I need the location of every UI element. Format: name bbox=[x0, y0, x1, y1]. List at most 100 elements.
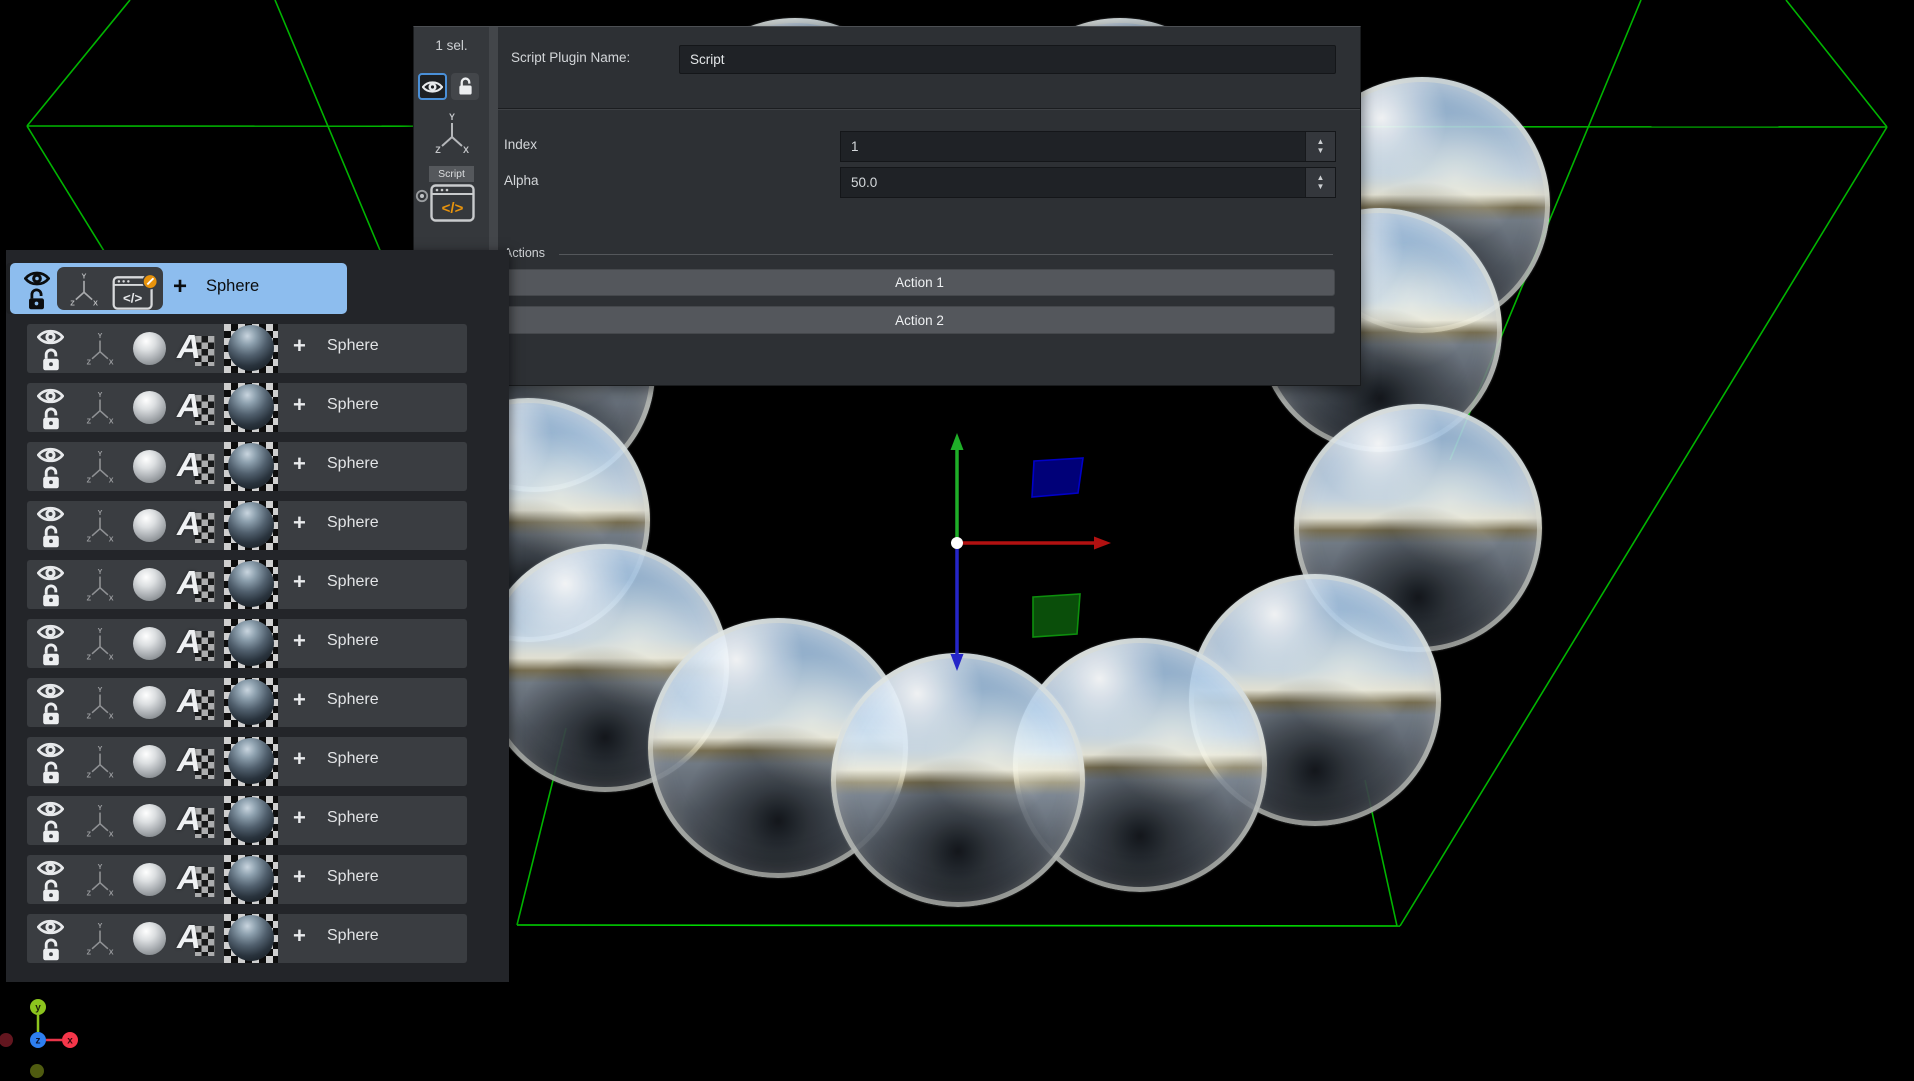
eye-icon[interactable] bbox=[37, 917, 64, 937]
down-arrow-icon[interactable]: ▼ bbox=[1317, 183, 1325, 191]
svg-text:Y: Y bbox=[98, 804, 103, 812]
svg-text:X: X bbox=[109, 889, 114, 897]
font-material-icon: A bbox=[177, 564, 217, 606]
down-arrow-icon[interactable]: ▼ bbox=[1317, 147, 1325, 155]
object-row[interactable]: Y Z X A + Sphere bbox=[27, 796, 467, 845]
object-row[interactable]: Y Z X A + Sphere bbox=[27, 855, 467, 904]
index-stepper[interactable]: ▲▼ bbox=[1305, 132, 1335, 161]
object-label: Sphere bbox=[327, 868, 379, 886]
z-axis-arrowhead[interactable] bbox=[951, 654, 964, 671]
visibility-toggle-button[interactable] bbox=[418, 73, 447, 100]
sphere-preview-icon bbox=[228, 384, 274, 430]
sphere-preview-icon bbox=[228, 620, 274, 666]
svg-text:Z: Z bbox=[87, 830, 92, 838]
xz-plane-handle[interactable] bbox=[1033, 594, 1080, 637]
unlock-icon[interactable] bbox=[26, 288, 47, 311]
eye-icon[interactable] bbox=[37, 386, 64, 406]
eye-icon[interactable] bbox=[37, 563, 64, 583]
plus-icon: + bbox=[293, 746, 306, 772]
texture-preview-thumb bbox=[224, 855, 278, 904]
svg-text:Z: Z bbox=[87, 889, 92, 897]
unlock-icon[interactable] bbox=[40, 879, 62, 903]
unlock-icon[interactable] bbox=[40, 702, 62, 726]
eye-icon[interactable] bbox=[37, 681, 64, 701]
eye-icon[interactable] bbox=[37, 327, 64, 347]
font-material-icon: A bbox=[177, 505, 217, 547]
enabled-radio-icon[interactable] bbox=[415, 189, 429, 203]
unlock-icon[interactable] bbox=[40, 643, 62, 667]
eye-icon[interactable] bbox=[37, 445, 64, 465]
object-row[interactable]: Y Z X A + Sphere bbox=[27, 501, 467, 550]
plugin-name-input[interactable]: Script bbox=[679, 45, 1336, 74]
svg-text:Z: Z bbox=[87, 594, 92, 602]
unlock-icon[interactable] bbox=[40, 820, 62, 844]
unlock-icon[interactable] bbox=[40, 466, 62, 490]
plus-icon: + bbox=[293, 392, 306, 418]
object-row[interactable]: Y Z X A + Sphere bbox=[27, 324, 467, 373]
lock-toggle-button[interactable] bbox=[451, 73, 479, 100]
alpha-stepper[interactable]: ▲▼ bbox=[1305, 168, 1335, 197]
plus-icon: + bbox=[293, 687, 306, 713]
svg-text:X: X bbox=[109, 358, 114, 366]
object-row-selected[interactable]: Y Z X </> + Sphere bbox=[10, 263, 347, 314]
object-row[interactable]: Y Z X A + Sphere bbox=[27, 383, 467, 432]
material-ball-icon bbox=[133, 863, 166, 896]
eye-icon[interactable] bbox=[37, 504, 64, 524]
action-2-button[interactable]: Action 2 bbox=[504, 306, 1335, 334]
unlock-icon[interactable] bbox=[40, 348, 62, 372]
svg-text:Y: Y bbox=[98, 863, 103, 871]
object-row[interactable]: Y Z X A + Sphere bbox=[27, 678, 467, 727]
material-ball-icon bbox=[133, 745, 166, 778]
eye-icon[interactable] bbox=[37, 622, 64, 642]
object-row[interactable]: Y Z X A + Sphere bbox=[27, 619, 467, 668]
unlock-icon[interactable] bbox=[40, 407, 62, 431]
object-row[interactable]: Y Z X A + Sphere bbox=[27, 442, 467, 491]
unlock-icon[interactable] bbox=[40, 938, 62, 962]
up-arrow-icon[interactable]: ▲ bbox=[1317, 138, 1325, 146]
object-row[interactable]: Y Z X A + Sphere bbox=[27, 560, 467, 609]
eye-icon[interactable] bbox=[37, 799, 64, 819]
section-divider bbox=[498, 108, 1360, 110]
plus-icon: + bbox=[293, 510, 306, 536]
svg-text:Y: Y bbox=[98, 391, 103, 399]
alpha-field[interactable]: 50.0 ▲▼ bbox=[840, 167, 1336, 198]
script-plugin-icon[interactable]: </> bbox=[430, 184, 475, 222]
axis-mode-icon[interactable]: Y Z X bbox=[433, 111, 471, 155]
index-field[interactable]: 1 ▲▼ bbox=[840, 131, 1336, 162]
x-axis-arrowhead[interactable] bbox=[1094, 537, 1111, 550]
svg-text:X: X bbox=[463, 145, 469, 155]
up-arrow-icon[interactable]: ▲ bbox=[1317, 174, 1325, 182]
plus-icon: + bbox=[293, 569, 306, 595]
font-material-icon: A bbox=[177, 328, 217, 370]
svg-text:Y: Y bbox=[449, 112, 455, 122]
xy-plane-handle[interactable] bbox=[1032, 458, 1083, 497]
svg-text:X: X bbox=[109, 594, 114, 602]
svg-text:Y: Y bbox=[98, 627, 103, 635]
object-list-panel: Y Z X </> + Sphere bbox=[6, 250, 509, 982]
y-axis-arrowhead[interactable] bbox=[951, 433, 964, 450]
unlock-icon[interactable] bbox=[40, 761, 62, 785]
svg-text:X: X bbox=[109, 535, 114, 543]
material-ball-icon bbox=[133, 509, 166, 542]
alpha-label: Alpha bbox=[504, 173, 539, 188]
unlock-icon[interactable] bbox=[40, 525, 62, 549]
sphere-preview-icon bbox=[228, 561, 274, 607]
texture-preview-thumb bbox=[224, 324, 278, 373]
gizmo-origin-dot[interactable] bbox=[951, 537, 963, 549]
plus-icon: + bbox=[293, 805, 306, 831]
axis-hud-node[interactable] bbox=[0, 1033, 13, 1047]
object-row[interactable]: Y Z X A + Sphere bbox=[27, 914, 467, 963]
action-1-button[interactable]: Action 1 bbox=[504, 269, 1335, 296]
object-label: Sphere bbox=[206, 277, 259, 296]
sphere-preview-icon bbox=[228, 502, 274, 548]
eye-icon[interactable] bbox=[24, 269, 50, 288]
eye-icon[interactable] bbox=[37, 740, 64, 760]
sphere-preview-icon bbox=[228, 325, 274, 371]
svg-text:Y: Y bbox=[98, 686, 103, 694]
unlock-icon[interactable] bbox=[40, 584, 62, 608]
axis-hud-node[interactable] bbox=[30, 1064, 44, 1078]
eye-icon[interactable] bbox=[37, 858, 64, 878]
svg-text:Y: Y bbox=[98, 568, 103, 576]
object-row[interactable]: Y Z X A + Sphere bbox=[27, 737, 467, 786]
svg-text:Y: Y bbox=[98, 509, 103, 517]
